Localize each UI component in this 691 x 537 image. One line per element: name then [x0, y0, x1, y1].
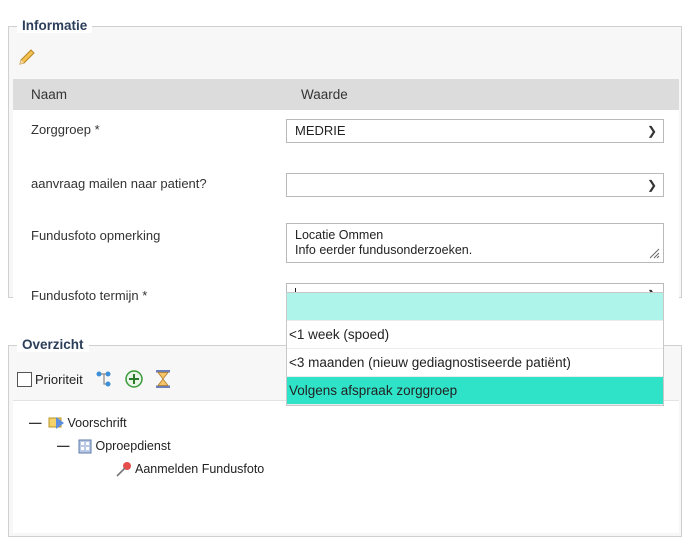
zorggroep-value: MEDRIE: [295, 123, 346, 138]
table-row: Zorggroep * MEDRIE ❯: [13, 110, 679, 166]
tree-node-oproepdienst[interactable]: — Oproepdienst: [57, 438, 171, 454]
dropdown-option-1-week[interactable]: <1 week (spoed): [287, 321, 663, 349]
opmerking-label: Fundusfoto opmerking: [31, 228, 161, 243]
tree-label-oproepdienst: Oproepdienst: [95, 439, 171, 453]
termijn-dropdown-list: <1 week (spoed) <3 maanden (nieuw gediag…: [286, 292, 664, 406]
column-header-naam: Naam: [13, 79, 286, 110]
prescription-icon: [48, 417, 64, 429]
chevron-down-icon: ❯: [646, 178, 657, 192]
termijn-label: Fundusfoto termijn *: [31, 288, 148, 303]
resize-grip-icon[interactable]: [648, 247, 660, 259]
chevron-down-icon: ❯: [646, 124, 657, 138]
column-header-waarde: Waarde: [286, 79, 679, 110]
tree-label-voorschrift: Voorschrift: [67, 416, 127, 430]
dropdown-option-3-maanden[interactable]: <3 maanden (nieuw gediagnostiseerde pati…: [287, 349, 663, 377]
collapse-icon[interactable]: —: [29, 416, 42, 430]
dropdown-option-empty[interactable]: [287, 293, 663, 321]
prioriteit-checkbox[interactable]: [17, 371, 32, 387]
opmerking-line-2: Info eerder fundusonderzoeken.: [295, 243, 473, 257]
hourglass-icon[interactable]: [153, 369, 173, 389]
zorggroep-label: Zorggroep *: [31, 122, 100, 137]
prioriteit-label: Prioriteit: [35, 371, 83, 387]
mailen-select[interactable]: ❯: [286, 173, 664, 197]
table-row: aanvraag mailen naar patient? ❯: [13, 166, 679, 218]
building-icon: [78, 439, 91, 454]
overzicht-legend: Overzicht: [17, 337, 89, 352]
opmerking-line-1: Locatie Ommen: [295, 228, 384, 242]
tree-label-aanmelden: Aanmelden Fundusfoto: [135, 462, 265, 476]
table-row: Fundusfoto opmerking Locatie Ommen Info …: [13, 218, 679, 280]
hierarchy-icon[interactable]: [95, 369, 115, 389]
informatie-panel: Informatie Naam Waarde Zorggroep * MEDRI…: [8, 18, 682, 329]
tree-node-voorschrift[interactable]: — Voorschrift: [29, 415, 127, 431]
zorggroep-select[interactable]: MEDRIE ❯: [286, 119, 664, 143]
collapse-icon[interactable]: —: [57, 439, 70, 453]
pin-icon: [116, 462, 131, 477]
informatie-legend: Informatie: [17, 18, 93, 33]
pencil-icon[interactable]: [17, 47, 37, 67]
opmerking-textarea[interactable]: Locatie Ommen Info eerder fundusonderzoe…: [286, 223, 664, 263]
mailen-label: aanvraag mailen naar patient?: [31, 176, 207, 191]
add-circle-icon[interactable]: [124, 369, 144, 389]
overzicht-toolbar: Prioriteit: [17, 368, 182, 390]
dropdown-option-volgens-afspraak[interactable]: Volgens afspraak zorggroep: [287, 377, 663, 405]
overzicht-tree: — Voorschrift — Oproepdienst Aanmelden F…: [13, 400, 679, 533]
tree-node-aanmelden[interactable]: Aanmelden Fundusfoto: [115, 461, 264, 477]
